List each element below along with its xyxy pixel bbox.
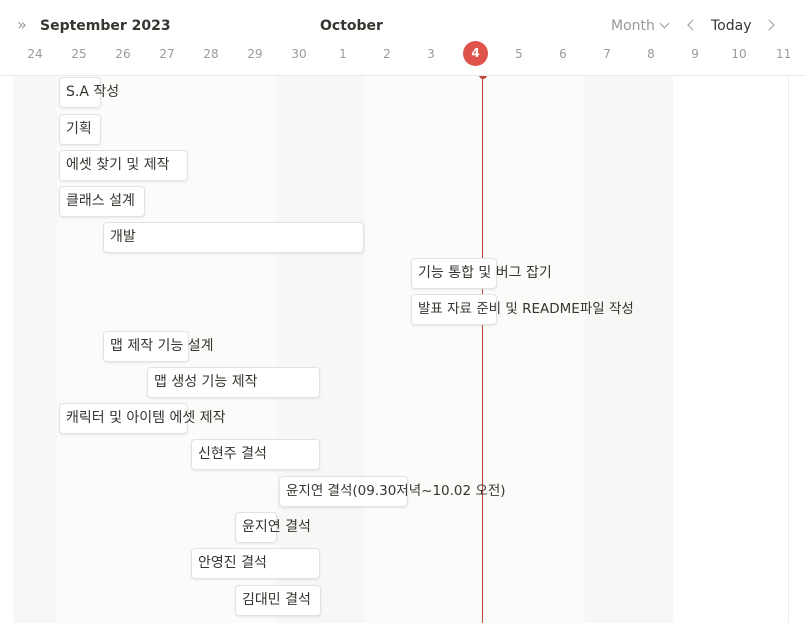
day-label: 1 — [339, 47, 347, 61]
day-label: 28 — [203, 47, 219, 61]
task-bar[interactable] — [411, 258, 497, 289]
collapse-sidebar-icon[interactable]: » — [12, 14, 32, 38]
task-bar[interactable] — [279, 476, 408, 507]
view-mode-dropdown[interactable]: Month — [611, 14, 670, 38]
timeline-column — [673, 75, 717, 623]
task-bar[interactable] — [59, 403, 188, 434]
day-label: 11 — [776, 47, 790, 61]
day-label: 7 — [603, 47, 611, 61]
day-label: 5 — [515, 47, 523, 61]
task-bar[interactable] — [59, 150, 188, 181]
center-month-label: October — [320, 18, 383, 34]
timeline-column-weekend — [321, 75, 365, 623]
today-button[interactable]: Today — [711, 14, 752, 38]
day-label: 6 — [559, 47, 567, 61]
timeline-column-weekend — [277, 75, 321, 623]
day-label: 30 — [291, 47, 307, 61]
timeline-column-weekend — [13, 75, 57, 623]
next-period-button[interactable] — [762, 16, 780, 36]
timeline-column — [189, 75, 233, 623]
task-bar[interactable] — [103, 331, 189, 362]
timeline-column-weekend — [585, 75, 629, 623]
task-bar[interactable] — [235, 512, 277, 543]
day-label: 24 — [27, 47, 43, 61]
chevron-down-icon — [659, 18, 670, 29]
task-bar[interactable] — [103, 222, 364, 253]
timeline-column — [497, 75, 541, 623]
task-bar[interactable] — [191, 548, 320, 579]
timeline-column — [365, 75, 409, 623]
timeline-column — [409, 75, 453, 623]
day-label: 25 — [71, 47, 87, 61]
day-label: 8 — [647, 47, 655, 61]
timeline-view: » September 2023 October Month Today 24 … — [0, 0, 805, 623]
day-label: 27 — [159, 47, 175, 61]
timeline-column-weekend — [629, 75, 673, 623]
day-label: 26 — [115, 47, 131, 61]
day-label: 10 — [731, 47, 747, 61]
today-line — [482, 75, 483, 623]
timeline-column — [717, 75, 761, 623]
day-label: 3 — [427, 47, 435, 61]
task-bar[interactable] — [59, 114, 101, 145]
timeline-column — [453, 75, 497, 623]
task-bar[interactable] — [191, 439, 320, 470]
task-bar[interactable] — [235, 585, 321, 616]
task-bar[interactable] — [147, 367, 320, 398]
prev-period-button[interactable] — [682, 16, 700, 36]
timeline-column — [761, 75, 788, 623]
scrollbar-track[interactable] — [788, 75, 805, 623]
timeline-column — [0, 75, 13, 623]
view-mode-label: Month — [611, 18, 655, 34]
timeline-header: » September 2023 October Month Today 24 … — [0, 0, 805, 76]
today-day-badge: 4 — [463, 41, 488, 66]
task-bar[interactable] — [59, 77, 101, 108]
task-bar[interactable] — [411, 294, 497, 325]
task-bar[interactable] — [59, 186, 145, 217]
day-label: 2 — [383, 47, 391, 61]
timeline-column — [541, 75, 585, 623]
day-label: 29 — [247, 47, 263, 61]
day-label: 9 — [691, 47, 699, 61]
left-month-label: September 2023 — [40, 18, 171, 34]
